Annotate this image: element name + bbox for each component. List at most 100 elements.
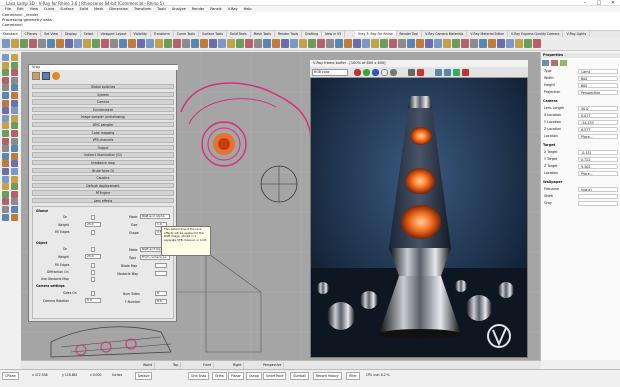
rollout-rtengine[interactable]: RTEngine: [32, 190, 174, 196]
property-value[interactable]: Place...: [578, 171, 618, 176]
toolbar-icon[interactable]: [326, 39, 334, 48]
toolbar-icon[interactable]: [470, 39, 478, 48]
property-value[interactable]: 800: [578, 76, 618, 81]
property-value[interactable]: -0.131: [578, 150, 618, 155]
tool-icon[interactable]: [11, 54, 18, 61]
rollout-system[interactable]: System: [32, 91, 174, 97]
toolbar-icon[interactable]: [443, 39, 451, 48]
toolbar-icon[interactable]: [65, 39, 73, 48]
record-history-toggle[interactable]: Record History: [313, 372, 342, 380]
tool-icon[interactable]: [11, 175, 18, 183]
toolbar-icon[interactable]: [200, 39, 208, 48]
open-icon[interactable]: [32, 72, 40, 80]
property-value[interactable]: 0.017: [578, 113, 618, 118]
toolbar-icon[interactable]: [308, 39, 316, 48]
rollout-output[interactable]: Output: [32, 144, 174, 151]
toolbar-icon[interactable]: [407, 39, 415, 48]
toolbar-icon[interactable]: [83, 39, 91, 48]
glare-mode-select[interactable]: RGB and Alpha: [140, 214, 170, 219]
property-value[interactable]: 9.302: [578, 164, 618, 169]
toolbar-icon[interactable]: [380, 39, 388, 48]
tool-icon[interactable]: [2, 122, 9, 130]
tool-icon[interactable]: [2, 107, 9, 115]
property-value[interactable]: (none): [578, 187, 618, 192]
glare-filledges-checkbox[interactable]: [91, 230, 95, 235]
property-value[interactable]: [578, 194, 618, 199]
tool-icon[interactable]: [11, 84, 18, 92]
tool-icon[interactable]: [11, 114, 18, 122]
toolbar-icon[interactable]: [263, 39, 271, 48]
viewport-tab-perspective[interactable]: Perspective: [261, 362, 285, 369]
toolbar-icon[interactable]: [299, 39, 307, 48]
gridsnap-toggle[interactable]: Grid Snap: [188, 372, 210, 380]
rollout-indirect-illumination-gi-[interactable]: Indirect illumination (GI): [32, 152, 174, 158]
tool-icon[interactable]: [11, 190, 18, 198]
tool-icon[interactable]: [2, 175, 9, 183]
object-filledges-checkbox[interactable]: [91, 263, 95, 268]
tool-icon[interactable]: [2, 198, 9, 206]
tool-icon[interactable]: [11, 198, 18, 206]
tool-icon[interactable]: [11, 99, 18, 107]
tool-icon[interactable]: [2, 69, 9, 77]
toolbar-icon[interactable]: [290, 39, 298, 48]
toolbar-icon[interactable]: [209, 39, 217, 48]
rollout-image-sampler-antialiasing-[interactable]: Image sampler (Antialiasing): [32, 114, 174, 120]
tool-icon[interactable]: [11, 69, 18, 77]
toolbar-icon[interactable]: [155, 39, 163, 48]
property-value[interactable]: Perspective: [578, 90, 618, 95]
tool-icon[interactable]: [2, 61, 9, 69]
toolbar-icon[interactable]: [101, 39, 109, 48]
tool-icon[interactable]: [2, 206, 9, 213]
layer-indicator[interactable]: Default: [135, 372, 153, 380]
command-prompt[interactable]: Command:: [0, 22, 620, 27]
viewport-tab-front[interactable]: Front: [201, 362, 215, 369]
tool-icon[interactable]: [2, 190, 9, 198]
toolbar-icon[interactable]: [353, 39, 361, 48]
clear-image-icon[interactable]: [417, 69, 424, 76]
toolbar-icon[interactable]: [137, 39, 145, 48]
rollout-caustics[interactable]: Caustics: [32, 175, 174, 181]
tool-icon[interactable]: [2, 76, 9, 84]
material-props-icon[interactable]: [551, 60, 558, 66]
tool-icon[interactable]: [11, 92, 18, 99]
property-value[interactable]: Cam1: [578, 69, 618, 74]
toolbar-icon[interactable]: [119, 39, 127, 48]
toolbar-icon[interactable]: [434, 39, 442, 48]
toolbar-icon[interactable]: [479, 39, 487, 48]
toolbar-icon[interactable]: [164, 39, 172, 48]
toolbar-icon[interactable]: [371, 39, 379, 48]
glare-weight-field[interactable]: 20.0: [85, 222, 101, 227]
toolbar-icon[interactable]: [173, 39, 181, 48]
track-mouse-icon[interactable]: [435, 69, 442, 76]
tool-icon[interactable]: [11, 160, 18, 168]
obstacle-checkbox[interactable]: [91, 277, 95, 282]
planar-toggle[interactable]: Planar: [228, 372, 244, 380]
filter-toggle[interactable]: Filter: [346, 372, 360, 380]
rollout-camera[interactable]: Camera: [32, 99, 174, 105]
render-last-icon[interactable]: [453, 69, 460, 76]
object-on-checkbox[interactable]: [91, 247, 95, 252]
property-value[interactable]: 0.722: [578, 157, 618, 162]
toolbar-icon[interactable]: [74, 39, 82, 48]
toolbar-icon[interactable]: [488, 39, 496, 48]
toolbar-icon[interactable]: [254, 39, 262, 48]
toolbar-icon[interactable]: [191, 39, 199, 48]
tool-icon[interactable]: [11, 152, 18, 160]
toolbar-icon[interactable]: [110, 39, 118, 48]
tool-icon[interactable]: [11, 206, 18, 213]
light-props-icon[interactable]: [560, 60, 567, 66]
toolbar-icon[interactable]: [227, 39, 235, 48]
toolbar-icon[interactable]: [461, 39, 469, 48]
tool-icon[interactable]: [11, 168, 18, 175]
toolbar-icon[interactable]: [416, 39, 424, 48]
stop-render-icon[interactable]: [462, 69, 469, 76]
rollout-environment[interactable]: Environment: [32, 106, 174, 113]
tool-icon[interactable]: [2, 84, 9, 92]
tool-icon[interactable]: [11, 183, 18, 191]
save-icon[interactable]: [42, 72, 50, 80]
toolbar-icon[interactable]: [2, 39, 10, 48]
region-render-icon[interactable]: [444, 69, 451, 76]
rollout-brute-force-gi[interactable]: Brute force GI: [32, 167, 174, 173]
property-value[interactable]: -34.233: [578, 120, 618, 125]
blade-map-slot[interactable]: [155, 263, 167, 268]
